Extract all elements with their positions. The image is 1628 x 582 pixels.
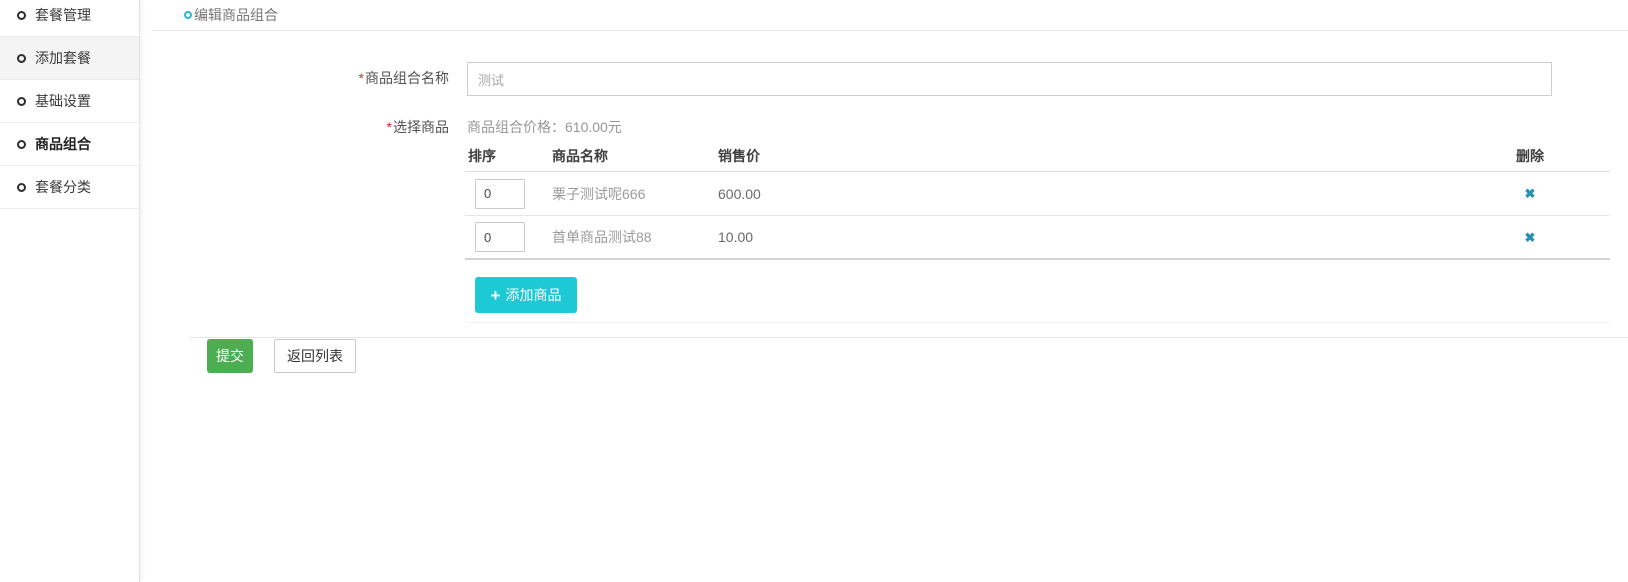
delete-icon[interactable]: ✖ [1525,230,1536,246]
goods-price-cell: 10.00 [718,229,1450,245]
goods-price-cell: 600.00 [718,186,1450,202]
combo-price-text: 商品组合价格：610.00元 [467,117,622,137]
page-header: 编辑商品组合 [152,0,1628,31]
goods-name-cell: 栗子测试呢666 [552,184,718,204]
sidebar-item-label: 添加套餐 [35,48,91,68]
sidebar-item[interactable]: 添加套餐 [0,37,139,80]
delete-cell: ✖ [1450,185,1610,202]
required-asterisk: * [359,70,364,86]
radio-circle-icon [17,97,26,106]
goods-name-cell: 首单商品测试88 [552,227,718,247]
plus-icon: + [491,287,501,304]
delete-icon[interactable]: ✖ [1525,186,1536,202]
sidebar: 套餐管理 添加套餐 基础设置 商品组合 套餐分类 [0,0,140,582]
radio-circle-icon [17,11,26,20]
sidebar-item[interactable]: 套餐管理 [0,0,139,37]
sidebar-menu: 套餐管理 添加套餐 基础设置 商品组合 套餐分类 [0,0,139,209]
goods-table-row: 栗子测试呢666 600.00 ✖ [465,172,1610,216]
radio-circle-icon [17,140,26,149]
sort-input[interactable] [475,222,525,252]
sort-input[interactable] [475,179,525,209]
delete-cell: ✖ [1450,229,1610,246]
sidebar-item[interactable]: 基础设置 [0,80,139,123]
sidebar-item-label: 套餐管理 [35,5,91,25]
combo-name-label-text: 商品组合名称 [365,70,449,86]
sidebar-item[interactable]: 套餐分类 [0,166,139,209]
radio-circle-icon [17,183,26,192]
combo-name-input[interactable] [467,62,1552,96]
radio-circle-icon [17,54,26,63]
sort-cell [465,179,552,209]
combo-name-label: *商品组合名称 [200,68,449,88]
footer-divider [190,337,1628,338]
sidebar-item-label: 套餐分类 [35,177,91,197]
goods-table-body: 栗子测试呢666 600.00 ✖ 首单商品测试88 10.00 ✖ [465,172,1610,260]
header-delete: 删除 [1450,146,1610,166]
sidebar-item[interactable]: 商品组合 [0,123,139,166]
circle-icon [184,11,192,19]
required-asterisk: * [387,119,392,135]
header-price: 销售价 [718,146,1450,166]
select-goods-label-text: 选择商品 [393,119,449,135]
page-title: 编辑商品组合 [194,5,278,25]
sort-cell [465,222,552,252]
select-goods-label: *选择商品 [200,117,449,137]
goods-table: 排序 商品名称 销售价 删除 栗子测试呢666 600.00 ✖ 首单商品测试8… [465,141,1610,260]
submit-button[interactable]: 提交 [207,339,253,373]
add-goods-button-label: 添加商品 [505,285,561,305]
goods-table-row: 首单商品测试88 10.00 ✖ [465,216,1610,260]
header-sort: 排序 [465,146,552,166]
section-divider [467,322,1610,323]
header-name: 商品名称 [552,146,718,166]
page: 套餐管理 添加套餐 基础设置 商品组合 套餐分类 编辑商品组合 *商品组合名称 … [0,0,1628,582]
back-to-list-button[interactable]: 返回列表 [274,339,356,373]
add-goods-button[interactable]: + 添加商品 [475,277,577,313]
sidebar-item-label: 基础设置 [35,91,91,111]
sidebar-item-label: 商品组合 [35,134,91,154]
goods-table-header: 排序 商品名称 销售价 删除 [465,141,1610,172]
